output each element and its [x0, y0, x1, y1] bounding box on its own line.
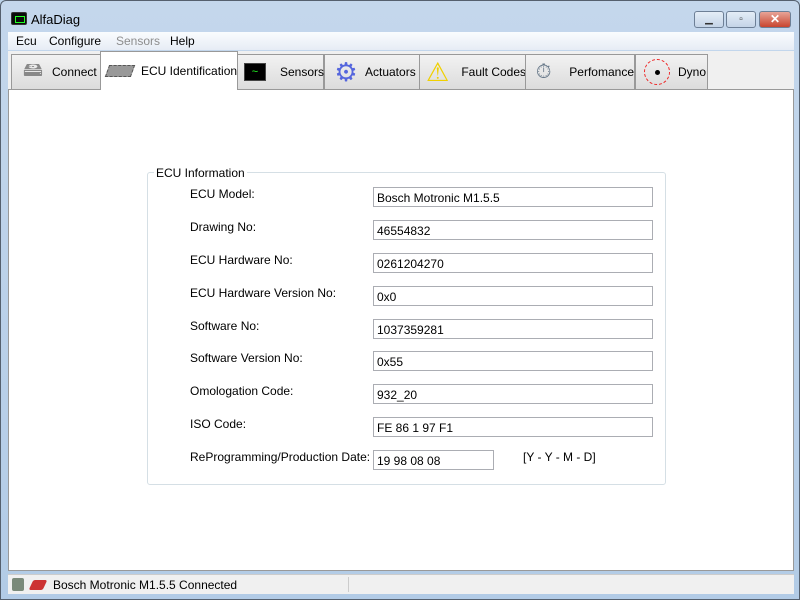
stopwatch-icon: ⏱	[535, 60, 552, 83]
maximize-button[interactable]: ▫	[726, 11, 756, 28]
software-no-label: Software No:	[190, 319, 260, 333]
software-no-field[interactable]: 1037359281	[373, 319, 653, 339]
gear-icon: ⚙	[334, 56, 358, 87]
connection-icon	[28, 580, 48, 590]
group-title: ECU Information	[154, 166, 247, 180]
menu-sensors: Sensors	[116, 34, 161, 48]
app-window: AlfaDiag ▁ ▫ ✕ Ecu Configure Sensors Hel…	[0, 0, 800, 600]
tab-sensors[interactable]: ~ Sensors	[237, 54, 324, 89]
oscilloscope-icon: ~	[244, 58, 266, 86]
iso-code-label: ISO Code:	[190, 417, 247, 431]
tab-dyno[interactable]: Dyno	[635, 54, 708, 89]
warning-icon: ⚠	[426, 56, 450, 87]
tab-strip: 🖴 Connect ECU Identification ~ Sensors ⚙ Ac…	[8, 51, 794, 90]
tab-connect[interactable]: 🖴 Connect	[11, 54, 101, 89]
drawing-no-field[interactable]: 46554832	[373, 220, 653, 240]
status-divider	[348, 577, 349, 592]
gauge-icon	[642, 58, 672, 86]
status-text: Bosch Motronic M1.5.5 Connected	[53, 578, 238, 592]
software-version-label: Software Version No:	[190, 351, 303, 365]
status-bar: Bosch Motronic M1.5.5 Connected	[8, 574, 794, 594]
title-bar: AlfaDiag ▁ ▫ ✕	[1, 1, 799, 31]
menu-bar: Ecu Configure Sensors Help	[8, 32, 794, 50]
menu-help[interactable]: Help	[170, 34, 195, 48]
tab-performance[interactable]: ⏱ Perfomance	[525, 54, 635, 89]
ecu-information-group: ECU Information ECU Model: Bosch Motroni…	[147, 166, 666, 485]
production-date-field[interactable]: 19 98 08 08	[373, 450, 494, 470]
window-title: AlfaDiag	[31, 12, 81, 27]
hardware-no-field[interactable]: 0261204270	[373, 253, 653, 273]
iso-code-field[interactable]: FE 86 1 97 F1	[373, 417, 653, 437]
drive-icon: 🖴	[22, 59, 44, 81]
ecu-model-label: ECU Model:	[190, 187, 255, 201]
menu-configure[interactable]: Configure	[49, 34, 101, 48]
hardware-version-label: ECU Hardware Version No:	[190, 286, 337, 300]
hardware-version-field[interactable]: 0x0	[373, 286, 653, 306]
chip-icon	[104, 57, 136, 85]
app-icon	[11, 12, 27, 25]
omologation-code-field[interactable]: 932_20	[373, 384, 653, 404]
minimize-button[interactable]: ▁	[694, 11, 724, 28]
tab-fault-codes[interactable]: ⚠ Fault Codes	[419, 54, 526, 89]
production-date-label: ReProgramming/Production Date:	[190, 450, 371, 464]
tab-actuators[interactable]: ⚙ Actuators	[324, 54, 420, 89]
ecu-model-field[interactable]: Bosch Motronic M1.5.5	[373, 187, 653, 207]
omologation-code-label: Omologation Code:	[190, 384, 294, 398]
close-button[interactable]: ✕	[759, 11, 791, 28]
computer-icon	[12, 578, 24, 591]
menu-ecu[interactable]: Ecu	[16, 34, 37, 48]
ecu-identification-panel: ECU Information ECU Model: Bosch Motroni…	[8, 89, 794, 571]
tab-ecu-identification[interactable]: ECU Identification	[100, 51, 238, 90]
date-format-hint: [Y - Y - M - D]	[523, 450, 596, 464]
drawing-no-label: Drawing No:	[190, 220, 257, 234]
hardware-no-label: ECU Hardware No:	[190, 253, 293, 267]
software-version-field[interactable]: 0x55	[373, 351, 653, 371]
